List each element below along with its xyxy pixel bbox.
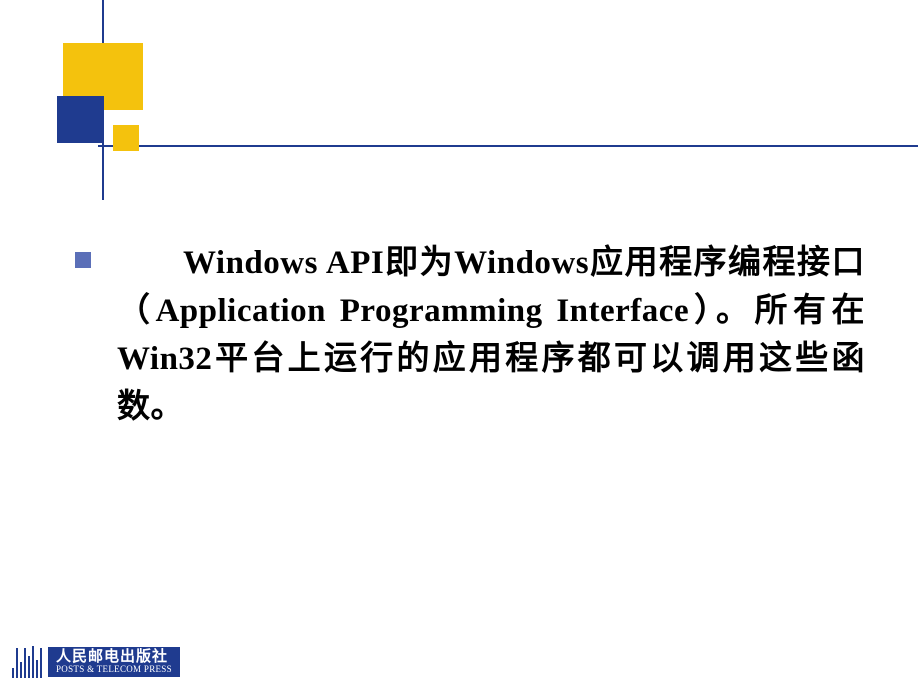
square-yellow-small [113,125,139,151]
horizontal-divider [98,145,918,147]
publisher-label: 人民邮电出版社 POSTS & TELECOM PRESS [48,647,180,677]
slide: Windows API即为Windows应用程序编程接口（Application… [0,0,920,690]
decorative-shapes [0,0,250,200]
bullet-item: Windows API即为Windows应用程序编程接口（Application… [75,240,865,431]
publisher-name-en: POSTS & TELECOM PRESS [56,665,172,675]
body-paragraph: Windows API即为Windows应用程序编程接口（Application… [117,240,865,431]
content-area: Windows API即为Windows应用程序编程接口（Application… [75,240,865,431]
body-text: Windows API即为Windows应用程序编程接口（Application… [117,245,865,425]
square-blue [57,96,104,143]
footer: 人民邮电出版社 POSTS & TELECOM PRESS [12,646,180,678]
publisher-name-cn: 人民邮电出版社 [56,649,172,666]
bullet-square-icon [75,252,91,268]
publisher-logo-icon [12,646,42,678]
